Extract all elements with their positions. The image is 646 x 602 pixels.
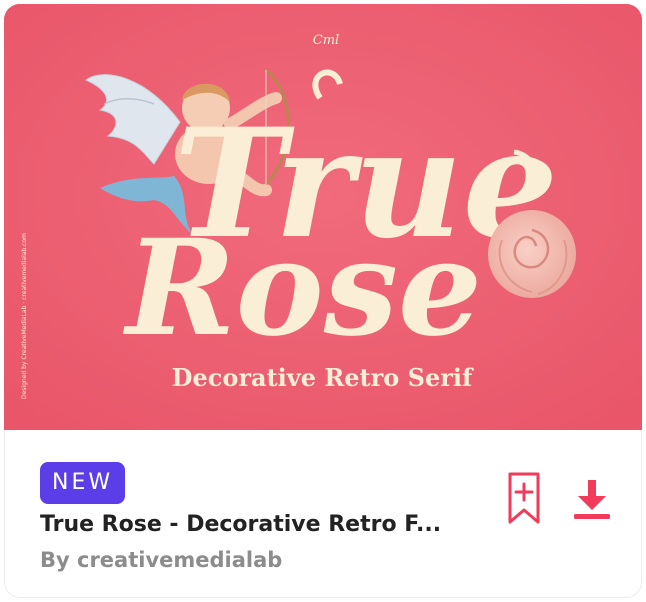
font-title[interactable]: True Rose - Decorative Retro F...	[40, 510, 460, 540]
preview-headline-rose: Rose	[122, 211, 482, 366]
font-card[interactable]: Cml True Rose Decorative Retro Serif Des…	[4, 4, 642, 598]
download-icon	[574, 480, 610, 519]
download-button[interactable]	[568, 474, 616, 522]
author-name[interactable]: By creativemedialab	[40, 545, 282, 575]
new-badge: NEW	[40, 462, 126, 504]
rose-illustration	[488, 210, 576, 298]
preview-artwork: Cml True Rose Decorative Retro Serif Des…	[4, 4, 642, 430]
preview-tagline: Decorative Retro Serif	[172, 363, 474, 392]
bookmark-add-icon	[508, 472, 540, 524]
font-preview-image[interactable]: Cml True Rose Decorative Retro Serif Des…	[4, 4, 642, 430]
preview-side-credit: Designed by CreativeMediaLab · creativem…	[21, 233, 28, 399]
bookmark-button[interactable]	[502, 470, 546, 526]
brand-mark: Cml	[313, 33, 339, 48]
